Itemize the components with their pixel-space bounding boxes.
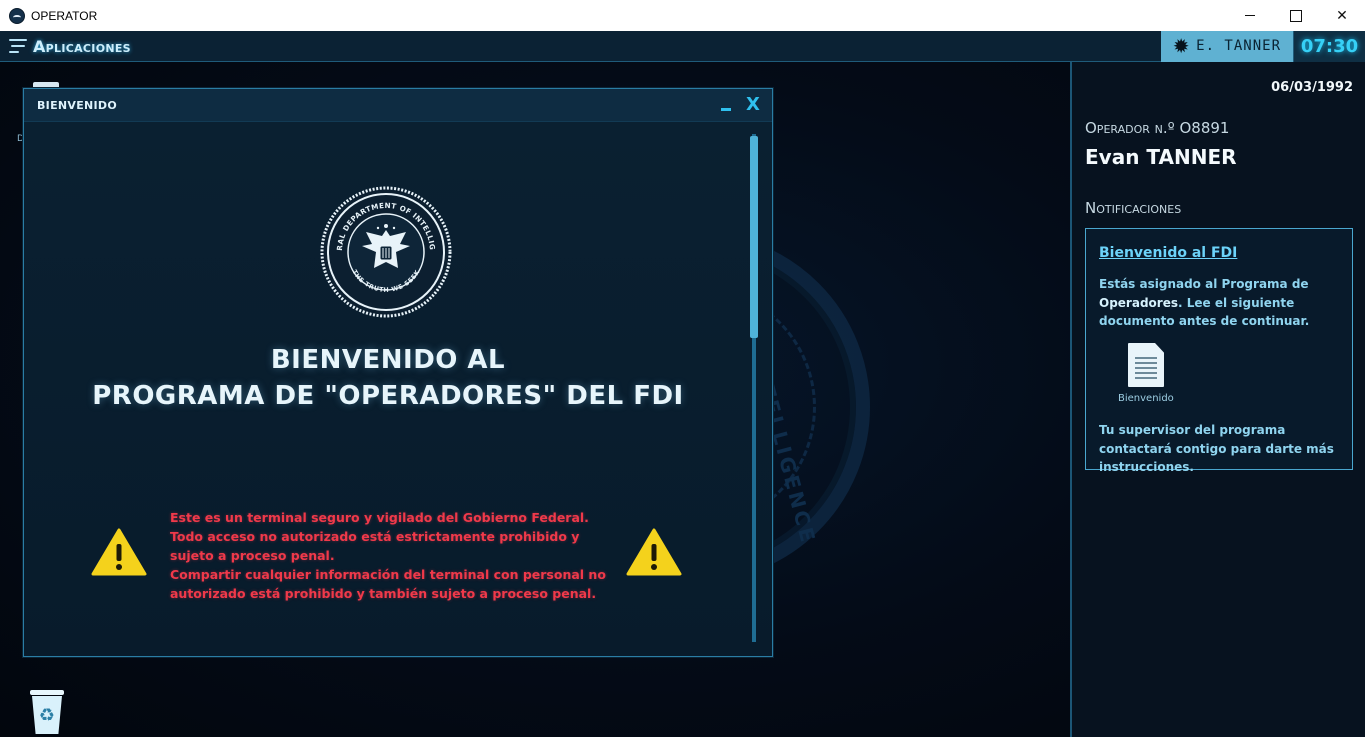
os-title-bar: OPERATOR ✕ xyxy=(0,0,1365,31)
fdi-seal-icon: FEDERAL DEPARTMENT OF INTELLIGENCE THE T… xyxy=(320,186,452,318)
maximize-window-button[interactable] xyxy=(1273,0,1319,31)
security-warning-text: Este es un terminal seguro y vigilado de… xyxy=(170,508,610,603)
operator-number: Operador n.º O8891 xyxy=(1085,119,1230,137)
recycle-bin-icon[interactable]: ♻ xyxy=(30,690,64,734)
notifications-heading: Notificaciones xyxy=(1085,199,1182,217)
welcome-close-button[interactable]: X xyxy=(738,93,768,117)
welcome-window-title-bar[interactable]: BIENVENIDO X xyxy=(24,89,772,122)
headline-line-1: BIENVENIDO AL xyxy=(270,345,506,375)
close-window-button[interactable]: ✕ xyxy=(1319,0,1365,31)
warning-icon xyxy=(91,528,147,576)
warning-icon xyxy=(626,528,682,576)
notification-footer: Tu supervisor del programa contactará co… xyxy=(1099,423,1334,474)
badge-icon: ✹ xyxy=(1172,34,1190,58)
document-label[interactable]: Bienvenido xyxy=(1118,393,1174,404)
warning-line-3: Compartir cualquier información del term… xyxy=(170,567,606,601)
menu-icon[interactable] xyxy=(9,39,27,53)
welcome-headline: BIENVENIDO AL PROGRAMA DE "OPERADORES" D… xyxy=(24,342,752,414)
welcome-window-body: FEDERAL DEPARTMENT OF INTELLIGENCE THE T… xyxy=(24,122,772,656)
warning-line-2: Todo acceso no autorizado está estrictam… xyxy=(170,529,580,563)
date: 06/03/1992 xyxy=(1271,80,1353,95)
window-controls: ✕ xyxy=(1227,0,1365,31)
notification-link[interactable]: Bienvenido al FDI xyxy=(1099,245,1237,261)
window-title: OPERATOR xyxy=(31,8,98,23)
headline-line-2: PROGRAMA DE "OPERADORES" DEL FDI xyxy=(92,381,684,411)
document-icon[interactable] xyxy=(1128,343,1164,387)
warning-line-1: Este es un terminal seguro y vigilado de… xyxy=(170,510,589,525)
operator-name: Evan TANNER xyxy=(1085,145,1237,169)
notification-body: Estás asignado al Programa de Operadores… xyxy=(1099,277,1310,328)
welcome-window-title: BIENVENIDO xyxy=(37,98,118,112)
minimize-window-button[interactable] xyxy=(1227,0,1273,31)
operator-panel: 06/03/1992 Operador n.º O8891 Evan TANNE… xyxy=(1070,62,1365,737)
scrollbar-thumb[interactable] xyxy=(750,136,758,338)
user-name: E. TANNER xyxy=(1196,38,1281,54)
clock: 07:30 xyxy=(1293,30,1365,62)
app-top-bar: Aplicaciones ✹ E. TANNER 07:30 xyxy=(0,30,1365,62)
applications-menu-button[interactable]: Aplicaciones xyxy=(33,37,131,56)
notification-card: Bienvenido al FDI Estás asignado al Prog… xyxy=(1085,228,1353,474)
user-chip[interactable]: ✹ E. TANNER xyxy=(1161,30,1293,62)
notification-program-name: Operadores xyxy=(1099,295,1178,310)
welcome-window: BIENVENIDO X FEDERAL DEPARTMENT OF INTEL… xyxy=(23,88,773,657)
welcome-minimize-button[interactable] xyxy=(714,93,738,117)
app-logo-icon xyxy=(9,7,25,24)
